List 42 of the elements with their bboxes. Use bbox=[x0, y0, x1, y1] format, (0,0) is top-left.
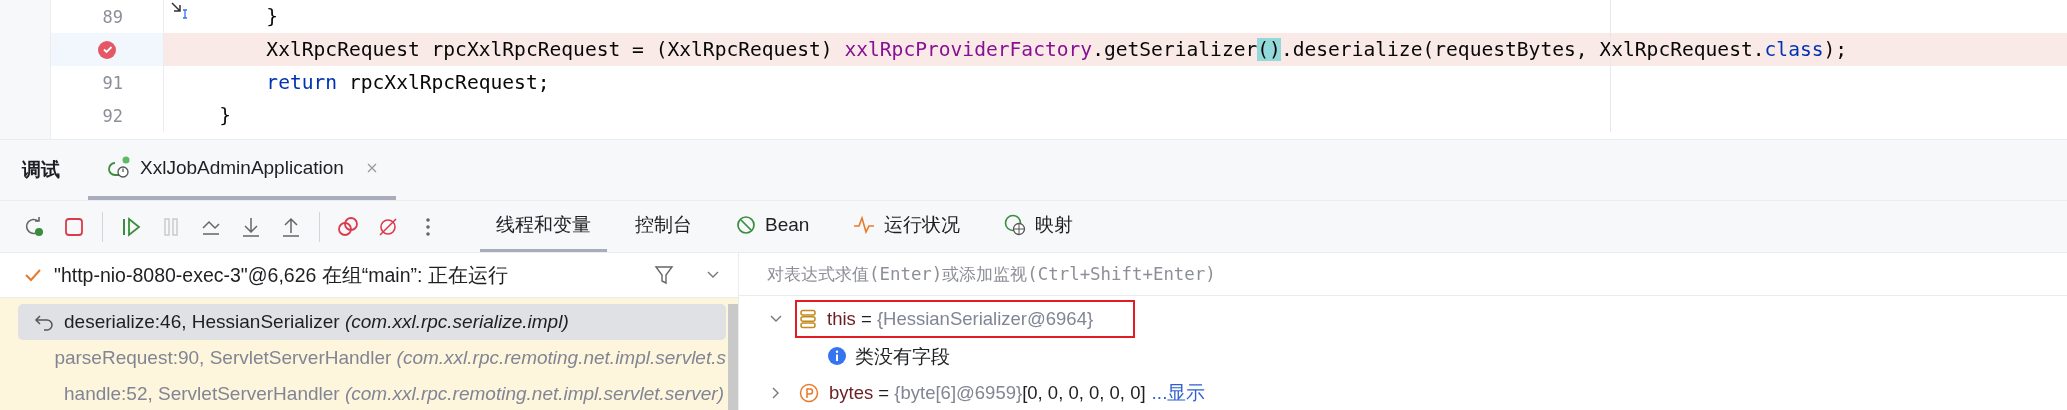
pulse-icon bbox=[853, 215, 876, 235]
view-tab[interactable]: 运行状况 bbox=[837, 201, 977, 252]
line-number: 92 bbox=[102, 105, 123, 126]
line-number: 91 bbox=[102, 72, 123, 93]
show-link[interactable]: ...显示 bbox=[1151, 380, 1206, 406]
resume-icon bbox=[120, 215, 142, 238]
variable-entry: bytes = {byte[6]@6959}[0, 0, 0, 0, 0, 0] bbox=[829, 382, 1146, 404]
close-icon[interactable] bbox=[365, 162, 378, 174]
filter-icon[interactable] bbox=[654, 265, 674, 285]
panel-title: 调试 bbox=[22, 158, 60, 182]
run-config-icon bbox=[106, 156, 132, 180]
more-icon bbox=[424, 215, 432, 238]
bean-icon bbox=[736, 215, 756, 235]
info-icon bbox=[827, 346, 847, 366]
code-line: return rpcXxlRpcRequest; bbox=[265, 71, 550, 94]
view-tab[interactable]: 映射 bbox=[988, 201, 1090, 252]
mute-breakpoints-icon bbox=[377, 215, 399, 238]
globe-icon bbox=[1004, 214, 1027, 236]
view-tab[interactable]: Bean bbox=[720, 201, 826, 252]
code-line: XxlRpcRequest rpcXxlRpcRequest = (XxlRpcRequest) xxlRpcProviderFactory.getSerializer().deserialize(requestBytes, XxlRpcRequest.class); bbox=[265, 38, 1848, 61]
chevron-down-icon[interactable] bbox=[706, 270, 720, 280]
parameter-icon bbox=[799, 383, 819, 403]
stack-frame[interactable]: deserialize:46, HessianSerializer (com.xxl.rpc.serialize.impl) bbox=[18, 304, 726, 340]
line-number: 89 bbox=[102, 6, 123, 27]
step-out-icon bbox=[280, 215, 302, 238]
view-tab[interactable]: 控制台 bbox=[619, 201, 708, 252]
variable-entry: this = {HessianSerializer@6964} bbox=[827, 308, 1094, 330]
session-label: XxlJobAdminApplication bbox=[140, 157, 344, 179]
breakpoints-icon bbox=[337, 215, 359, 238]
breakpoint-icon[interactable] bbox=[97, 39, 117, 60]
info-message: 类没有字段 bbox=[855, 344, 950, 369]
object-icon bbox=[799, 309, 817, 329]
stop-icon bbox=[63, 215, 85, 238]
code-line: } bbox=[218, 104, 231, 127]
scrollbar[interactable] bbox=[728, 304, 738, 410]
check-icon bbox=[24, 267, 42, 283]
thread-selector[interactable]: "http-nio-8080-exec-3"@6,626 在组“main”: 正在运行 bbox=[54, 261, 642, 289]
return-arrow-icon bbox=[34, 313, 54, 331]
rerun-icon bbox=[23, 215, 45, 238]
view-tab[interactable]: 线程和变量 bbox=[480, 201, 607, 252]
step-into-icon bbox=[240, 215, 262, 238]
code-line: } bbox=[265, 5, 279, 28]
